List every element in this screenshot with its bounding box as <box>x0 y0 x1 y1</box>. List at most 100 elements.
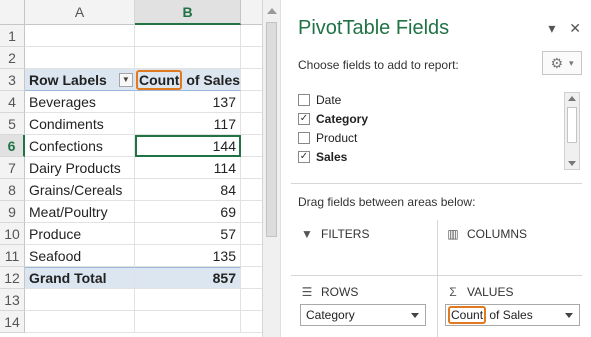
rows-label: ☰ ROWS <box>301 285 359 299</box>
category-cell[interactable]: Dairy Products <box>25 157 135 179</box>
count-cell[interactable]: 57 <box>135 223 241 245</box>
row-number[interactable]: 11 <box>0 245 25 267</box>
category-cell[interactable]: Meat/Poultry <box>25 201 135 223</box>
checkbox[interactable] <box>298 93 310 106</box>
filter-dropdown-icon[interactable]: ▼ <box>118 72 133 87</box>
row-number-active[interactable]: 6 <box>0 135 25 157</box>
category-cell[interactable]: Confections <box>25 135 135 157</box>
cell[interactable] <box>241 179 262 201</box>
filters-text: FILTERS <box>321 227 370 241</box>
row-number[interactable]: 3 <box>0 69 25 91</box>
row-number[interactable]: 8 <box>0 179 25 201</box>
cell[interactable] <box>241 135 262 157</box>
tools-gear-button[interactable]: ⚙ ▾ <box>542 51 582 75</box>
count-cell[interactable]: 137 <box>135 91 241 113</box>
divider <box>291 275 582 276</box>
column-header-c[interactable] <box>241 0 262 25</box>
cell[interactable] <box>25 289 135 311</box>
cell[interactable] <box>135 311 241 333</box>
column-header-a[interactable]: A <box>25 0 135 25</box>
cell[interactable] <box>241 113 262 135</box>
select-all-corner[interactable] <box>0 0 25 25</box>
cell[interactable] <box>241 289 262 311</box>
checkbox-checked[interactable]: ✓ <box>298 112 310 125</box>
columns-area[interactable]: ▥ COLUMNS <box>447 227 586 277</box>
category-cell[interactable]: Condiments <box>25 113 135 135</box>
chevron-down-icon[interactable] <box>411 313 419 318</box>
sheet-row: 14 <box>0 311 262 333</box>
row-number[interactable]: 12 <box>0 267 25 289</box>
count-cell[interactable]: 84 <box>135 179 241 201</box>
field-label: Date <box>316 92 342 107</box>
count-of-sales-header[interactable]: Count of Sales <box>135 69 241 91</box>
cell[interactable] <box>241 245 262 267</box>
cell[interactable] <box>241 25 262 47</box>
rows-field-pill[interactable]: Category <box>300 304 426 326</box>
row-number[interactable]: 1 <box>0 25 25 47</box>
category-cell[interactable]: Seafood <box>25 245 135 267</box>
count-cell[interactable]: 117 <box>135 113 241 135</box>
row-number[interactable]: 9 <box>0 201 25 223</box>
cell[interactable] <box>241 267 262 289</box>
cell[interactable] <box>25 47 135 69</box>
field-list-scrollbar[interactable] <box>564 92 580 170</box>
cell[interactable] <box>241 223 262 245</box>
category-cell[interactable]: Grains/Cereals <box>25 179 135 201</box>
scroll-up-arrow-icon[interactable] <box>267 8 277 14</box>
columns-text: COLUMNS <box>467 227 528 241</box>
cell[interactable] <box>241 47 262 69</box>
count-cell[interactable]: 114 <box>135 157 241 179</box>
cell[interactable] <box>25 25 135 47</box>
row-number[interactable]: 14 <box>0 311 25 333</box>
field-label: Product <box>316 130 358 145</box>
sheet-row: 13 <box>0 289 262 311</box>
field-item-sales[interactable]: ✓ Sales <box>298 147 347 166</box>
checkbox-checked[interactable]: ✓ <box>298 150 310 163</box>
count-cell[interactable]: 69 <box>135 201 241 223</box>
row-labels-header[interactable]: Row Labels ▼ <box>25 69 135 91</box>
category-cell[interactable]: Produce <box>25 223 135 245</box>
pivot-header-row: 3 Row Labels ▼ Count of Sales <box>0 69 262 91</box>
cell[interactable] <box>241 201 262 223</box>
scroll-up-icon[interactable] <box>568 96 576 101</box>
checkbox[interactable] <box>298 131 310 144</box>
filter-icon: ▼ <box>301 227 313 241</box>
divider <box>291 183 582 184</box>
field-item-date[interactable]: Date <box>298 90 341 109</box>
count-cell[interactable]: 135 <box>135 245 241 267</box>
spreadsheet-grid: A B 1 2 3 Row Labels ▼ Count of Sales 4 … <box>0 0 262 337</box>
cell[interactable] <box>241 91 262 113</box>
row-number[interactable]: 2 <box>0 47 25 69</box>
table-row: 4 Beverages 137 <box>0 91 262 113</box>
field-item-product[interactable]: Product <box>298 128 357 147</box>
cell[interactable] <box>241 69 262 91</box>
category-cell[interactable]: Beverages <box>25 91 135 113</box>
cell[interactable] <box>241 157 262 179</box>
row-number[interactable]: 4 <box>0 91 25 113</box>
cell[interactable] <box>135 47 241 69</box>
scroll-down-icon[interactable] <box>568 161 576 166</box>
scrollbar-thumb[interactable] <box>567 107 577 143</box>
cell[interactable] <box>135 289 241 311</box>
sheet-vertical-scrollbar[interactable] <box>262 0 280 337</box>
cell[interactable] <box>25 311 135 333</box>
column-header-b[interactable]: B <box>135 0 241 25</box>
values-field-pill[interactable]: Count of Sales <box>445 304 580 326</box>
row-number[interactable]: 13 <box>0 289 25 311</box>
filters-area[interactable]: ▼ FILTERS <box>301 227 440 277</box>
chevron-down-icon[interactable] <box>565 313 573 318</box>
cell[interactable] <box>135 25 241 47</box>
table-row: 6 Confections 144 <box>0 135 262 157</box>
cell[interactable] <box>241 311 262 333</box>
grand-total-value[interactable]: 857 <box>135 267 241 289</box>
close-icon[interactable]: ✕ <box>569 20 581 36</box>
row-number[interactable]: 5 <box>0 113 25 135</box>
scrollbar-thumb[interactable] <box>266 22 277 237</box>
selected-count-cell[interactable]: 144 <box>135 135 241 157</box>
row-number[interactable]: 7 <box>0 157 25 179</box>
field-item-category[interactable]: ✓ Category <box>298 109 368 128</box>
pane-options-dropdown-icon[interactable]: ▾ <box>548 20 555 36</box>
grand-total-row: 12 Grand Total 857 <box>0 267 262 289</box>
grand-total-label[interactable]: Grand Total <box>25 267 135 289</box>
row-number[interactable]: 10 <box>0 223 25 245</box>
